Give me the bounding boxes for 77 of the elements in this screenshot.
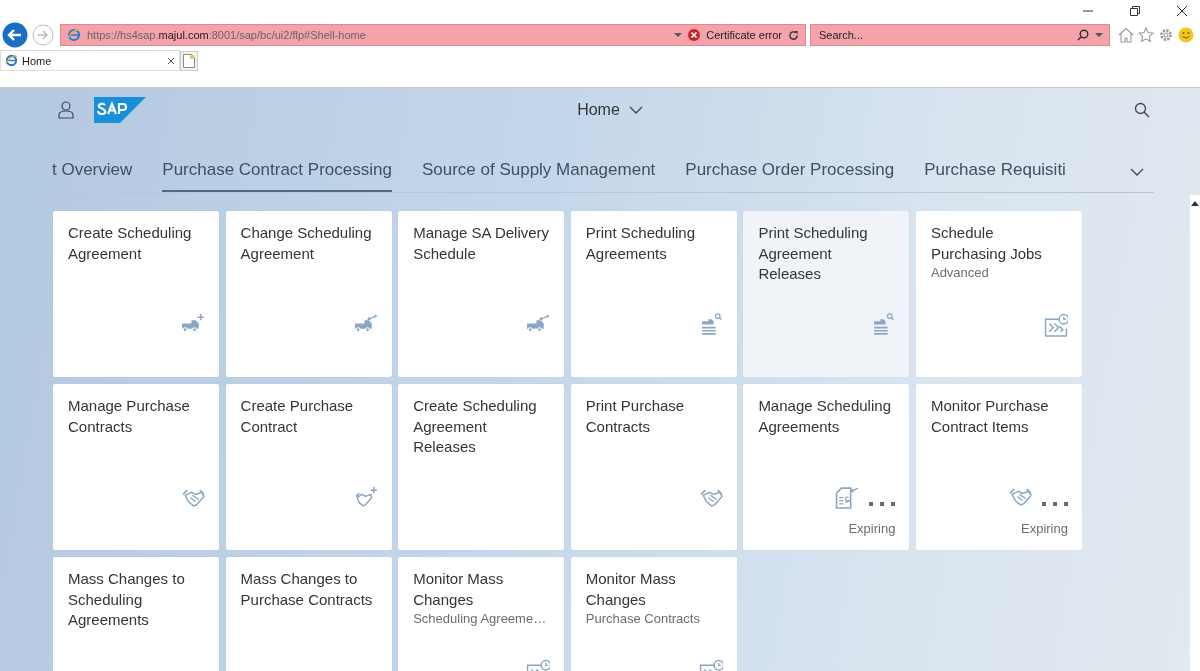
page-icon	[67, 28, 81, 42]
truck-list-icon	[871, 313, 896, 337]
star-icon[interactable]	[1138, 27, 1154, 43]
smiley-icon[interactable]	[1178, 27, 1194, 43]
app-tile[interactable]: Print Scheduling Agreement Releases	[743, 211, 910, 377]
new-tab-icon	[183, 54, 195, 68]
new-tab-button[interactable]	[180, 51, 198, 71]
certificate-error-text[interactable]: Certificate error	[706, 29, 782, 41]
tile-title: Manage Scheduling Agreements	[758, 396, 892, 437]
app-tile[interactable]: Create Scheduling Agreement	[53, 211, 219, 377]
search-icon[interactable]	[1134, 102, 1150, 118]
error-icon	[688, 29, 701, 41]
shell-title-menu[interactable]: Home	[146, 101, 1074, 119]
browser-tab[interactable]: Home	[0, 50, 180, 71]
tile-title: Change Scheduling Agreement	[240, 223, 373, 264]
app-tile[interactable]: Manage SA Delivery Schedule	[398, 211, 565, 377]
app-tile[interactable]: Create Purchase Contract	[225, 384, 392, 550]
tile-title: Create Scheduling Agreement	[68, 223, 193, 264]
group-tab[interactable]: Purchase Requisiti	[924, 150, 1066, 192]
tile-title: Manage SA Delivery Schedule	[413, 223, 551, 264]
tile-title: Print Scheduling Agreements	[585, 223, 696, 264]
document-icon	[835, 485, 860, 509]
logo-icon	[94, 97, 146, 123]
tile-title: Create Scheduling Agreement Releases	[413, 396, 538, 457]
tile-subtitle: Purchase Contracts	[585, 611, 701, 626]
user-icon[interactable]	[58, 101, 74, 119]
app-tile[interactable]: Mass Changes to Scheduling Agreements	[53, 557, 219, 671]
jobs-clock-icon	[1043, 313, 1068, 337]
tile-title: Print Scheduling Agreement Releases	[758, 223, 869, 284]
address-bar[interactable]: https://hs4sap.majul.com:8001/sap/bc/ui2/flp#Shell-home Certificate error	[60, 24, 806, 46]
app-tile[interactable]: Print Purchase Contracts	[570, 384, 737, 550]
settings-icon[interactable]	[1158, 27, 1174, 43]
scrollbar[interactable]	[1190, 195, 1200, 671]
chevron-down-icon	[628, 106, 643, 114]
tile-footer: Expiring	[758, 521, 896, 536]
dropdown-icon[interactable]	[1095, 32, 1103, 38]
tile-title: Create Purchase Contract	[240, 396, 355, 437]
app-tile[interactable]: Print Scheduling Agreements	[570, 211, 737, 377]
scroll-up-icon[interactable]	[1191, 201, 1199, 207]
tile-title: Mass Changes to Scheduling Agreements	[68, 569, 186, 630]
tile-title: Schedule Purchasing Jobs	[930, 223, 1043, 264]
page-icon	[5, 54, 18, 67]
handshake-plus-icon	[353, 486, 378, 510]
tile-title: Monitor Mass Changes	[585, 569, 677, 610]
group-tab[interactable]: Source of Supply Management	[421, 150, 656, 192]
tile-title: Manage Purchase Contracts	[68, 396, 191, 437]
chevron-down-icon[interactable]	[1130, 167, 1144, 176]
app-tile[interactable]: Manage Purchase Contracts	[53, 384, 219, 550]
tile-subtitle: Scheduling Agreeme…	[413, 611, 548, 626]
restore-icon[interactable]	[1129, 5, 1141, 17]
group-tab[interactable]: Purchase Contract Processing	[162, 150, 392, 192]
url-text: https://hs4sap.majul.com:8001/sap/bc/ui2/flp#Shell-home	[87, 29, 367, 41]
home-icon[interactable]	[1118, 27, 1134, 43]
app-tile[interactable]: Change Scheduling Agreement	[225, 211, 392, 377]
tile-title: Monitor Purchase Contract Items	[930, 396, 1050, 437]
search-icon[interactable]	[1077, 29, 1089, 41]
dropdown-icon[interactable]	[674, 32, 683, 38]
search-field[interactable]: Search...	[817, 28, 1071, 42]
tile-title: Mass Changes to Purchase Contracts	[240, 569, 374, 610]
close-icon[interactable]	[1176, 5, 1188, 17]
back-icon[interactable]	[2, 22, 28, 48]
refresh-icon[interactable]	[788, 29, 799, 41]
search-bar[interactable]: Search...	[810, 24, 1110, 46]
app-tile[interactable]: Monitor Mass Changes Purchase Contracts	[570, 557, 737, 671]
app-tile[interactable]: Schedule Purchasing Jobs Advanced	[915, 211, 1082, 377]
tile-title: Print Purchase Contracts	[585, 396, 686, 437]
group-tab[interactable]: Purchase Order Processing	[685, 150, 895, 192]
app-tile[interactable]: Manage Scheduling Agreements Expiring	[743, 384, 910, 550]
app-tile[interactable]: Monitor Mass Changes Scheduling Agreeme…	[398, 557, 565, 671]
app-tile[interactable]: Monitor Purchase Contract Items Expiring	[915, 384, 1082, 550]
group-tab[interactable]: t Overview	[52, 150, 133, 192]
tile-title: Monitor Mass Changes	[413, 569, 505, 610]
app-tile[interactable]: Mass Changes to Purchase Contracts	[225, 557, 392, 671]
close-icon[interactable]	[167, 56, 175, 65]
tile-footer: Expiring	[930, 521, 1068, 536]
app-tile[interactable]: Create Scheduling Agreement Releases	[398, 384, 565, 550]
tile-subtitle: Advanced	[930, 265, 990, 280]
